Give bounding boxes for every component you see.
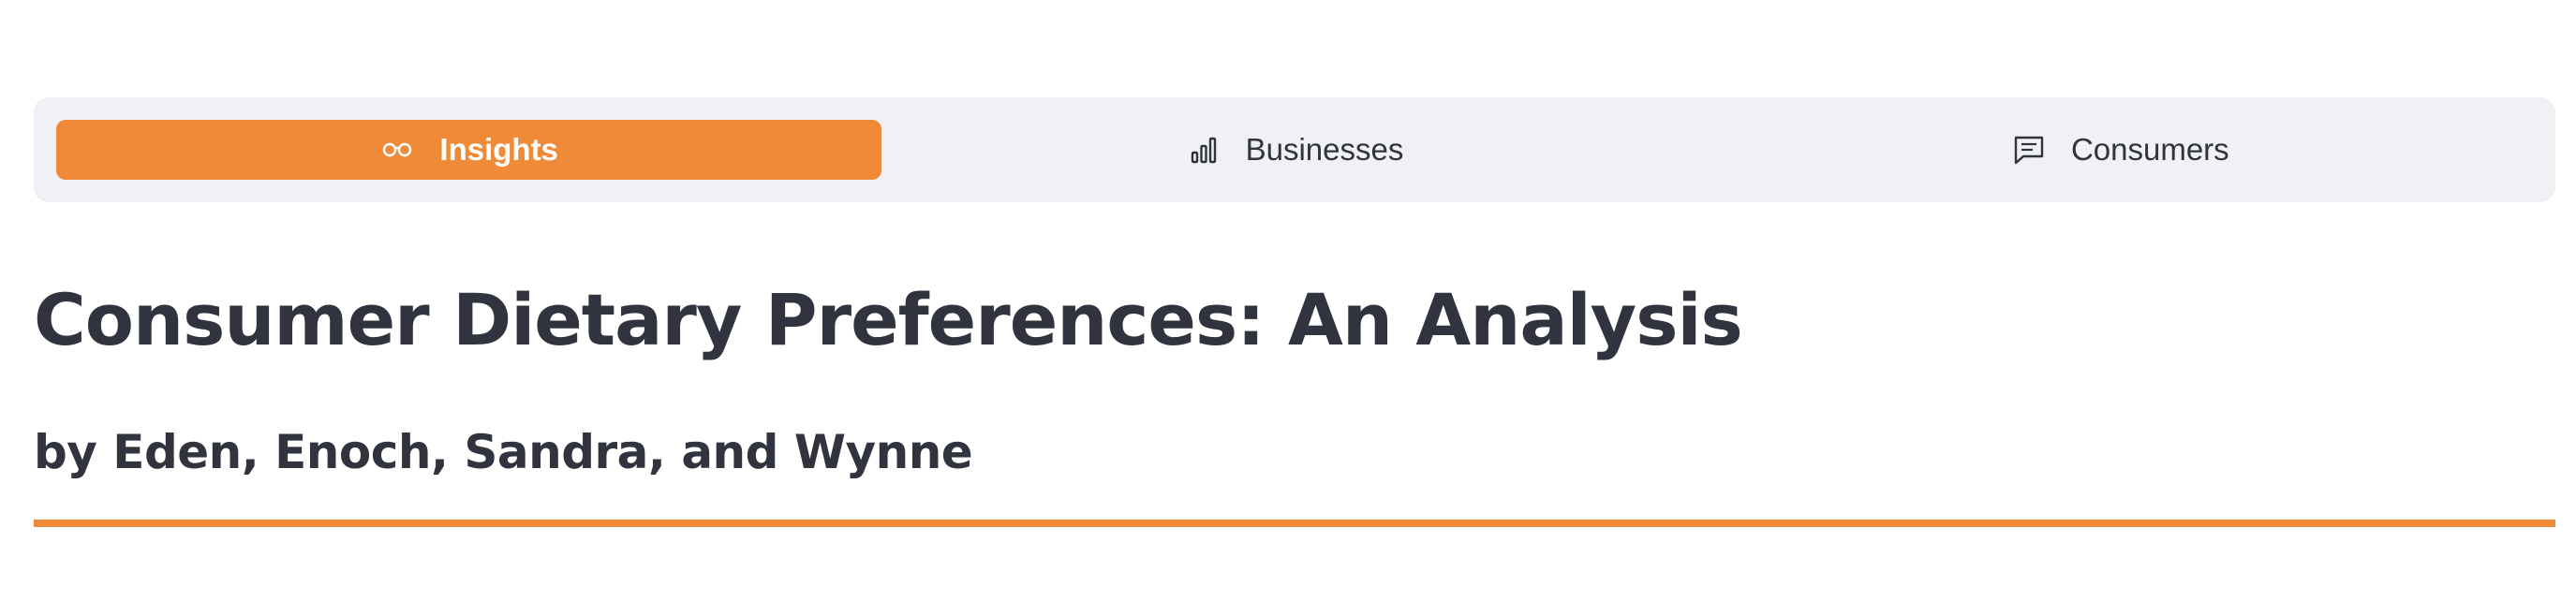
message-icon bbox=[2011, 132, 2047, 168]
tab-insights[interactable]: Insights bbox=[56, 120, 882, 180]
tab-businesses-label: Businesses bbox=[1245, 132, 1404, 167]
page-subtitle: by Eden, Enoch, Sandra, and Wynne bbox=[34, 425, 973, 479]
tab-insights-label: Insights bbox=[439, 132, 558, 167]
page-title: Consumer Dietary Preferences: An Analysi… bbox=[34, 278, 1743, 361]
tab-businesses[interactable]: Businesses bbox=[881, 120, 1707, 180]
tab-bar: Insights Businesses Consumers bbox=[34, 97, 2555, 202]
tab-consumers[interactable]: Consumers bbox=[1708, 120, 2533, 180]
bar-chart-icon bbox=[1186, 132, 1221, 168]
glasses-icon bbox=[379, 132, 415, 168]
tab-consumers-label: Consumers bbox=[2070, 132, 2229, 167]
title-divider bbox=[34, 520, 2555, 527]
